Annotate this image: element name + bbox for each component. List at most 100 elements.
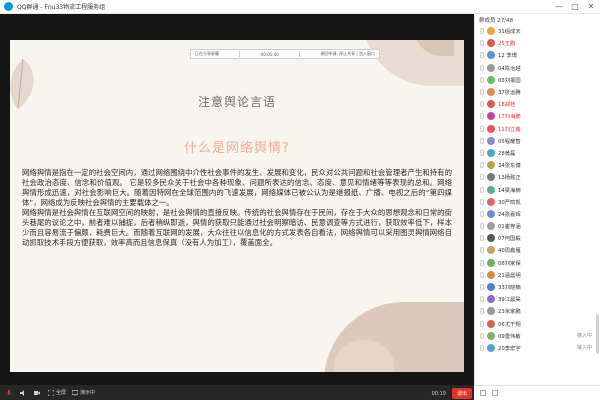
avatar bbox=[487, 331, 495, 340]
member-row[interactable]: 37张运腾 bbox=[475, 86, 600, 98]
exit-button[interactable]: 退出 bbox=[451, 388, 472, 399]
fullscreen-label: 全屏 bbox=[56, 390, 67, 396]
member-name: 20李宏宇 bbox=[498, 345, 521, 352]
member-row[interactable]: 18郑桂 bbox=[475, 98, 600, 110]
mic-button[interactable] bbox=[6, 389, 14, 396]
avatar bbox=[487, 185, 495, 194]
speaker-button[interactable] bbox=[20, 389, 28, 396]
mic-muted-icon bbox=[480, 223, 484, 230]
member-row[interactable]: 06尤于翔 bbox=[475, 318, 600, 330]
member-name: 05程耀智 bbox=[498, 138, 521, 145]
member-name: 31组成天 bbox=[498, 29, 521, 36]
member-row[interactable]: 09雷伟敏 接入中 bbox=[475, 330, 600, 342]
avatar bbox=[487, 209, 495, 218]
member-name: 07何国毅 bbox=[498, 236, 521, 243]
window-title: QQ群通 - Fnu33物流工程服务组 bbox=[17, 4, 106, 11]
mic-muted-icon bbox=[480, 344, 484, 351]
member-name: 08刘家保 bbox=[498, 260, 521, 267]
member-row[interactable]: 12 李璟 bbox=[475, 49, 600, 61]
sidebar-scrollbar[interactable] bbox=[596, 314, 599, 354]
mic-muted-icon bbox=[480, 320, 484, 327]
member-row[interactable]: 08刘家保 bbox=[475, 257, 600, 269]
mic-muted-icon bbox=[480, 332, 484, 339]
divider bbox=[299, 51, 301, 57]
title-bar: QQ群通 - Fnu33物流工程服务组 — □ ✕ bbox=[0, 0, 600, 14]
camera-button[interactable] bbox=[34, 390, 42, 396]
member-name: 18郑桂 bbox=[498, 102, 516, 109]
presentation-stage: 正在分享屏幕 00:05:40 按回车键, 停止共享 | 加入窗口 注意舆论言语… bbox=[0, 14, 474, 385]
member-row[interactable]: 25王鹏 bbox=[475, 37, 600, 49]
window-controls: — □ ✕ bbox=[554, 2, 596, 11]
member-row[interactable]: 20李宏宇 接入中 bbox=[475, 342, 600, 354]
member-name: 39江晨昊 bbox=[498, 297, 521, 304]
mic-muted-icon bbox=[480, 247, 484, 254]
mic-muted-icon bbox=[480, 113, 484, 120]
avatar bbox=[487, 27, 495, 36]
member-row[interactable]: 03刘振园 bbox=[475, 74, 600, 86]
member-name: 37张运腾 bbox=[498, 90, 521, 97]
member-row[interactable]: 07何国毅 bbox=[475, 232, 600, 244]
slide-paragraph: 网络舆情是指在一定的社会空间内，通过网络围绕中介性社会事件的发生、发展和变化，民… bbox=[22, 168, 452, 207]
member-row[interactable]: 30严鸣凯 bbox=[475, 196, 600, 208]
member-name: 33刘晓楠 bbox=[498, 285, 521, 292]
grid-view-icon[interactable] bbox=[480, 390, 486, 396]
bottom-toolbar: 全屏 演示中 00:19 退出 bbox=[0, 385, 600, 400]
list-view-icon[interactable] bbox=[492, 390, 498, 396]
mic-muted-icon bbox=[480, 174, 484, 181]
member-row[interactable]: 23米家鹏 bbox=[475, 305, 600, 317]
avatar bbox=[487, 234, 495, 243]
member-name: 06尤于翔 bbox=[498, 321, 521, 328]
mic-muted-icon bbox=[480, 284, 484, 291]
member-row[interactable]: 39江晨昊 bbox=[475, 293, 600, 305]
member-row[interactable]: 33刘晓楠 bbox=[475, 281, 600, 293]
member-row[interactable]: 04陈治越 bbox=[475, 62, 600, 74]
mic-muted-icon bbox=[480, 76, 484, 83]
avatar bbox=[487, 283, 495, 292]
member-row[interactable]: 31组成天 bbox=[475, 25, 600, 37]
avatar bbox=[487, 100, 495, 109]
member-sidebar: 群成员 27/48 31组成天 25王鹏 12 李璟 04陈治越 03刘振园 37张运腾 1… bbox=[474, 14, 600, 385]
member-name: 09雷伟敏 bbox=[498, 333, 521, 340]
member-row[interactable]: 21温晨明 bbox=[475, 269, 600, 281]
member-name: 30严鸣凯 bbox=[498, 199, 521, 206]
member-name: 04陈治越 bbox=[498, 65, 521, 72]
member-name: 17刘海鹏 bbox=[498, 114, 521, 121]
member-row[interactable]: 14梁海楠 bbox=[475, 183, 600, 195]
mic-muted-icon bbox=[480, 308, 484, 315]
avatar bbox=[487, 246, 495, 255]
member-row[interactable]: 24张嘉辉 bbox=[475, 208, 600, 220]
avatar bbox=[487, 197, 495, 206]
member-row[interactable]: 13杨懿正 bbox=[475, 171, 600, 183]
member-row[interactable]: 05程耀智 bbox=[475, 135, 600, 147]
share-note[interactable]: 按回车键, 停止共享 | 加入窗口 bbox=[321, 51, 375, 57]
avatar bbox=[487, 222, 495, 231]
microphone-icon bbox=[6, 389, 12, 395]
member-row[interactable]: 34张东博 bbox=[475, 159, 600, 171]
minimize-button[interactable]: — bbox=[554, 2, 564, 11]
member-name: 23米家鹏 bbox=[498, 309, 521, 316]
maximize-button[interactable]: □ bbox=[570, 2, 580, 11]
mic-muted-icon bbox=[480, 296, 484, 303]
mic-muted-icon bbox=[480, 162, 484, 169]
presenting-button[interactable]: 演示中 bbox=[72, 389, 95, 396]
screen-share-bar: 正在分享屏幕 00:05:40 按回车键, 停止共享 | 加入窗口 bbox=[190, 49, 380, 59]
close-button[interactable]: ✕ bbox=[586, 2, 596, 11]
member-row[interactable]: 17刘海鹏 bbox=[475, 110, 600, 122]
member-status: 接入中 bbox=[576, 333, 592, 340]
mic-muted-icon bbox=[480, 101, 484, 108]
member-name: 13杨懿正 bbox=[498, 175, 521, 182]
avatar bbox=[487, 148, 495, 157]
member-list: 31组成天 25王鹏 12 李璟 04陈治越 03刘振园 37张运腾 18郑桂 17刘海鹏 11… bbox=[475, 25, 600, 354]
member-name: 03刘振园 bbox=[498, 77, 521, 84]
member-row[interactable]: 40周鑫雁 bbox=[475, 244, 600, 256]
member-row[interactable]: 11刘立鑫 bbox=[475, 123, 600, 135]
member-row[interactable]: 01崔梓涵 bbox=[475, 220, 600, 232]
avatar bbox=[487, 161, 495, 170]
avatar bbox=[487, 51, 495, 60]
member-row[interactable]: 28黄磊 bbox=[475, 147, 600, 159]
call-timer: 00:19 bbox=[431, 390, 446, 397]
mic-muted-icon bbox=[480, 64, 484, 71]
fullscreen-button[interactable]: 全屏 bbox=[48, 389, 66, 396]
avatar bbox=[487, 319, 495, 328]
share-status: 正在分享屏幕 bbox=[195, 51, 219, 56]
